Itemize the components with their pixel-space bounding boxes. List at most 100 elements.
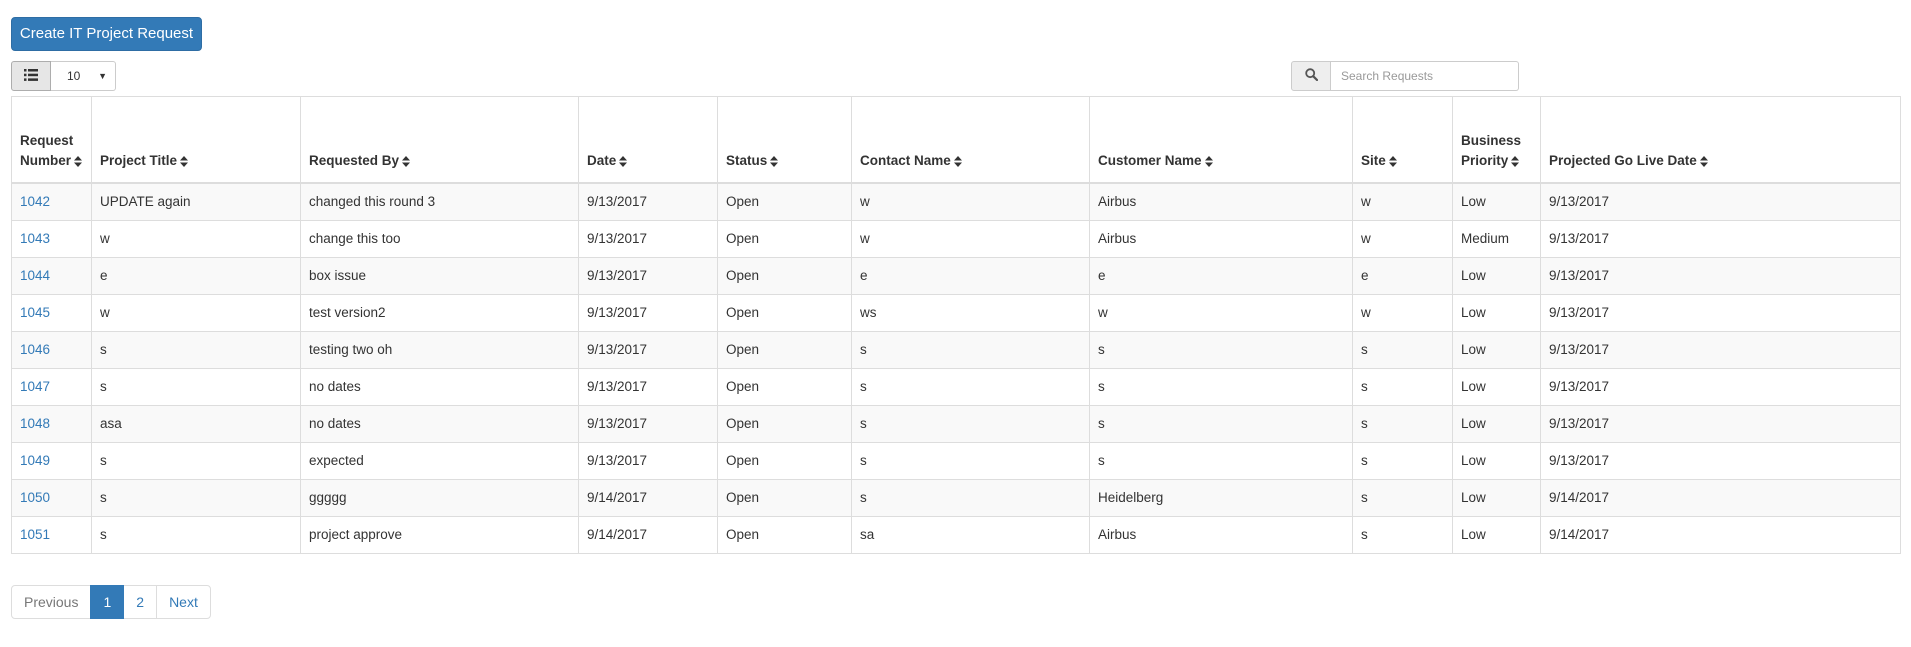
table-cell: 9/14/2017 <box>578 479 718 517</box>
table-cell: Open <box>717 516 852 554</box>
previous-page-button[interactable]: Previous <box>11 585 92 619</box>
table-cell: 1049 <box>11 442 92 480</box>
table-cell: Open <box>717 442 852 480</box>
column-header-label: Date <box>587 153 617 168</box>
column-header[interactable]: Site <box>1352 96 1453 184</box>
sort-icon[interactable] <box>619 153 628 173</box>
page-2-button[interactable]: 2 <box>123 585 158 619</box>
request-number-link[interactable]: 1048 <box>20 416 50 431</box>
table-row: 1045 w test version2 9/13/2017 Open ws w w Low 9/… <box>11 294 1901 332</box>
request-number-link[interactable]: 1045 <box>20 305 50 320</box>
request-number-link[interactable]: 1047 <box>20 379 50 394</box>
request-number-link[interactable]: 1044 <box>20 268 50 283</box>
request-number-link[interactable]: 1049 <box>20 453 50 468</box>
table-cell: test version2 <box>300 294 579 332</box>
request-number-link[interactable]: 1042 <box>20 194 50 209</box>
table-cell: no dates <box>300 368 579 406</box>
sort-icon[interactable] <box>953 153 962 173</box>
table-cell: 9/13/2017 <box>578 368 718 406</box>
table-cell: box issue <box>300 257 579 295</box>
table-cell: 9/14/2017 <box>1540 479 1901 517</box>
table-cell: s <box>1352 442 1453 480</box>
table-cell: 1047 <box>11 368 92 406</box>
column-header[interactable]: Status <box>717 96 852 184</box>
table-cell: e <box>851 257 1090 295</box>
table-cell: no dates <box>300 405 579 443</box>
sort-icon[interactable] <box>1204 153 1213 173</box>
column-header[interactable]: Request Number <box>11 96 92 184</box>
table-row: 1051 s project approve 9/14/2017 Open sa Airbu… <box>11 516 1901 554</box>
table-cell: s <box>1352 479 1453 517</box>
list-view-button[interactable] <box>11 61 51 91</box>
table-cell: Airbus <box>1089 516 1353 554</box>
table-row: 1046 s testing two oh 9/13/2017 Open s s s Low 9/… <box>11 331 1901 369</box>
column-header[interactable]: Contact Name <box>851 96 1090 184</box>
column-header[interactable]: Requested By <box>300 96 579 184</box>
table-cell: Open <box>717 405 852 443</box>
table-cell: Medium <box>1452 220 1541 258</box>
table-cell: change this too <box>300 220 579 258</box>
table-header: Request Number Project Title Requested By D… <box>11 96 1901 184</box>
table-cell: ggggg <box>300 479 579 517</box>
table-cell: s <box>1352 516 1453 554</box>
request-number-link[interactable]: 1046 <box>20 342 50 357</box>
table-cell: UPDATE again <box>91 182 301 221</box>
table-cell: Low <box>1452 516 1541 554</box>
table-cell: s <box>91 516 301 554</box>
column-header[interactable]: Project Title <box>91 96 301 184</box>
page-size-value: 10 <box>67 69 81 83</box>
table-cell: 1042 <box>11 182 92 221</box>
table-cell: Open <box>717 182 852 221</box>
table-cell: s <box>851 331 1090 369</box>
request-number-link[interactable]: 1050 <box>20 490 50 505</box>
table-cell: sa <box>851 516 1090 554</box>
table-cell: w <box>1352 294 1453 332</box>
pagination: Previous 1 2 Next <box>11 585 211 619</box>
column-header-label: Customer Name <box>1098 153 1202 168</box>
table-cell: 1051 <box>11 516 92 554</box>
table-cell: project approve <box>300 516 579 554</box>
sort-icon[interactable] <box>74 153 83 173</box>
table-cell: e <box>91 257 301 295</box>
sort-icon[interactable] <box>402 153 411 173</box>
table-cell: 9/13/2017 <box>578 182 718 221</box>
table-cell: Open <box>717 257 852 295</box>
table-cell: w <box>1352 220 1453 258</box>
create-it-project-request-button[interactable]: Create IT Project Request <box>11 17 202 51</box>
sort-icon[interactable] <box>180 153 189 173</box>
list-icon <box>24 68 38 84</box>
table-cell: Low <box>1452 368 1541 406</box>
table-cell: 9/13/2017 <box>1540 294 1901 332</box>
column-header[interactable]: Projected Go Live Date <box>1540 96 1901 184</box>
search-input[interactable] <box>1331 61 1519 91</box>
table-cell: 9/13/2017 <box>578 442 718 480</box>
column-header[interactable]: Business Priority <box>1452 96 1541 184</box>
table-cell: 1050 <box>11 479 92 517</box>
column-header[interactable]: Date <box>578 96 718 184</box>
table-cell: Open <box>717 220 852 258</box>
page-1-button[interactable]: 1 <box>90 585 125 619</box>
table-row: 1043 w change this too 9/13/2017 Open w Airbus… <box>11 220 1901 258</box>
table-cell: expected <box>300 442 579 480</box>
sort-icon[interactable] <box>1511 153 1520 173</box>
next-page-button[interactable]: Next <box>156 585 211 619</box>
table-row: 1047 s no dates 9/13/2017 Open s s s Low 9/13/201… <box>11 368 1901 406</box>
column-header[interactable]: Customer Name <box>1089 96 1353 184</box>
table-cell: s <box>91 479 301 517</box>
table-cell: s <box>851 405 1090 443</box>
table-cell: s <box>1089 442 1353 480</box>
page-size-select[interactable]: 10 ▼ <box>51 61 116 91</box>
table-cell: Low <box>1452 331 1541 369</box>
table-cell: Low <box>1452 479 1541 517</box>
table-cell: 9/13/2017 <box>578 257 718 295</box>
table-cell: Open <box>717 331 852 369</box>
sort-icon[interactable] <box>770 153 779 173</box>
search-button[interactable] <box>1291 61 1331 91</box>
request-number-link[interactable]: 1043 <box>20 231 50 246</box>
sort-icon[interactable] <box>1699 153 1708 173</box>
column-header-label: Site <box>1361 153 1386 168</box>
table-cell: Open <box>717 368 852 406</box>
sort-icon[interactable] <box>1388 153 1397 173</box>
request-number-link[interactable]: 1051 <box>20 527 50 542</box>
column-header-label: Status <box>726 153 768 168</box>
